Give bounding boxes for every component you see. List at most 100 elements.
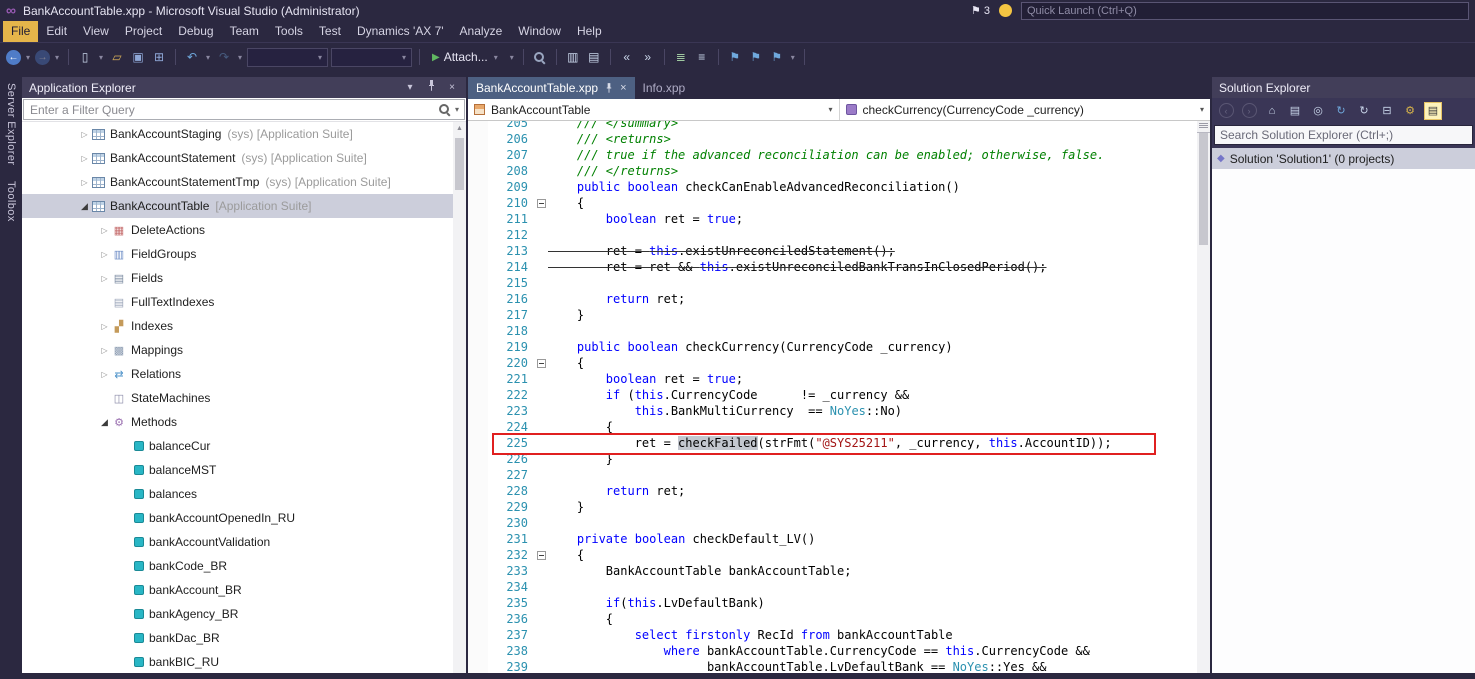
tree-item-methods[interactable]: ◢⚙Methods [22,410,453,434]
tree-item-bankaccountstatement[interactable]: ▷BankAccountStatement(sys) [Application … [22,146,453,170]
tree-item-bankaccountstaging[interactable]: ▷BankAccountStaging(sys) [Application Su… [22,122,453,146]
menu-team[interactable]: Team [222,21,267,42]
new-file-icon[interactable]: ▯ [76,48,94,66]
code-line-208[interactable]: 208 /// </returns> [468,163,1197,179]
tree-item-bankbic-ru[interactable]: bankBIC_RU [22,650,453,673]
quick-launch-input[interactable] [1021,2,1469,20]
code-line-206[interactable]: 206 /// <returns> [468,131,1197,147]
solution-node[interactable]: ◆ Solution 'Solution1' (0 projects) [1212,148,1475,169]
menu-window[interactable]: Window [510,21,569,42]
code-line-235[interactable]: 235 if(this.LvDefaultBank) [468,595,1197,611]
editor-scrollbar[interactable] [1197,121,1210,673]
switch-views-icon[interactable]: ▤ [1286,102,1304,120]
code-line-218[interactable]: 218 [468,323,1197,339]
collapse-arrow-icon[interactable]: ◢ [78,201,91,212]
tree-item-balancecur[interactable]: balanceCur [22,434,453,458]
toolbar-dropdown-caret-icon[interactable]: ▾ [97,53,105,62]
code-line-230[interactable]: 230 [468,515,1197,531]
navigate-forward-icon[interactable]: › [1240,102,1258,120]
scroll-thumb[interactable] [455,138,464,190]
toggle-bookmark-icon[interactable]: ⚑ [726,48,744,66]
properties-icon[interactable]: ⚙ [1401,102,1419,120]
code-line-217[interactable]: 217 } [468,307,1197,323]
menu-help[interactable]: Help [569,21,610,42]
expand-arrow-icon[interactable]: ▷ [78,130,91,139]
save-icon[interactable]: ▣ [129,48,147,66]
code-line-229[interactable]: 229 } [468,499,1197,515]
undo-icon[interactable]: ↶ [183,48,201,66]
redo-icon[interactable]: ↷ [215,48,233,66]
toolbar-dropdown-caret-icon[interactable]: ▾ [204,53,212,62]
code-line-205[interactable]: 205 /// </summary> [468,121,1197,131]
refresh-icon[interactable]: ↻ [1355,102,1373,120]
solution-platforms-combobox[interactable]: ▾ [331,48,412,67]
expand-arrow-icon[interactable]: ▷ [98,346,111,355]
code-line-212[interactable]: 212 [468,227,1197,243]
tree-item-bankaccountstatementtmp[interactable]: ▷BankAccountStatementTmp(sys) [Applicati… [22,170,453,194]
feedback-smiley-icon[interactable] [999,4,1012,17]
tree-item-balancemst[interactable]: balanceMST [22,458,453,482]
code-line-211[interactable]: 211 boolean ret = true; [468,211,1197,227]
code-line-222[interactable]: 222 if (this.CurrencyCode != _currency &… [468,387,1197,403]
collapse-all-icon[interactable]: ⊟ [1378,102,1396,120]
code-line-224[interactable]: 224 { [468,419,1197,435]
toolbar-dropdown-caret-icon[interactable]: ▾ [789,53,797,62]
parameter-info-icon[interactable]: ▤ [585,48,603,66]
expand-arrow-icon[interactable]: ▷ [98,250,111,259]
expand-arrow-icon[interactable]: ▷ [98,226,111,235]
tree-item-bankdac-br[interactable]: bankDac_BR [22,626,453,650]
pending-changes-filter-icon[interactable]: ◎ [1309,102,1327,120]
window-position-caret-icon[interactable]: ▾ [403,81,417,95]
solution-search-input[interactable] [1214,125,1473,145]
navigate-back-icon[interactable]: ‹ [1217,102,1235,120]
expand-arrow-icon[interactable]: ▷ [78,154,91,163]
tree-item-bankaccountvalidation[interactable]: bankAccountValidation [22,530,453,554]
tree-item-fields[interactable]: ▷▤Fields [22,266,453,290]
code-line-209[interactable]: 209 public boolean checkCanEnableAdvance… [468,179,1197,195]
code-line-234[interactable]: 234 [468,579,1197,595]
indent-increase-icon[interactable]: » [639,48,657,66]
navigate-backward-icon[interactable]: ← [6,50,21,65]
toolbar-dropdown-caret-icon[interactable]: ▾ [53,53,61,62]
code-line-219[interactable]: 219 public boolean checkCurrency(Currenc… [468,339,1197,355]
editor-tab-bankaccounttable-xpp[interactable]: BankAccountTable.xpp× [468,77,635,99]
code-line-232[interactable]: 232 { [468,547,1197,563]
code-line-220[interactable]: 220 { [468,355,1197,371]
tree-item-fulltextindexes[interactable]: ▤FullTextIndexes [22,290,453,314]
menu-edit[interactable]: Edit [38,21,75,42]
solution-configurations-combobox[interactable]: ▾ [247,48,328,67]
code-line-237[interactable]: 237 select firstonly RecId from bankAcco… [468,627,1197,643]
home-icon[interactable]: ⌂ [1263,102,1281,120]
attach-button[interactable]: ▶Attach...▾ [427,50,505,64]
preview-selected-items-icon[interactable]: ▤ [1424,102,1442,120]
filter-input[interactable] [23,99,465,120]
search-icon[interactable] [439,104,450,115]
sidebar-tab-server-explorer[interactable]: Server Explorer [5,83,17,165]
code-line-223[interactable]: 223 this.BankMultiCurrency == NoYes::No) [468,403,1197,419]
tree-item-balances[interactable]: balances [22,482,453,506]
code-line-215[interactable]: 215 [468,275,1197,291]
toolbar-dropdown-caret-icon[interactable]: ▾ [236,53,244,62]
member-dropdown[interactable]: checkCurrency(CurrencyCode _currency) ▾ [840,99,1211,120]
indent-decrease-icon[interactable]: « [618,48,636,66]
scroll-thumb[interactable] [1199,133,1208,245]
code-line-238[interactable]: 238 where bankAccountTable.CurrencyCode … [468,643,1197,659]
menu-analyze[interactable]: Analyze [452,21,511,42]
toolbar-dropdown-caret-icon[interactable]: ▾ [24,53,32,62]
fold-collapse-icon[interactable] [537,551,546,560]
scroll-up-arrow-icon[interactable]: ▲ [453,122,466,136]
code-line-213[interactable]: 213 ret = this.existUnreconciledStatemen… [468,243,1197,259]
menu-project[interactable]: Project [117,21,170,42]
menu-view[interactable]: View [75,21,117,42]
navigate-forward-icon[interactable]: → [35,50,50,65]
tree-item-bankcode-br[interactable]: bankCode_BR [22,554,453,578]
close-icon[interactable]: × [445,81,459,95]
code-line-226[interactable]: 226 } [468,451,1197,467]
editor-tab-info-xpp[interactable]: Info.xpp [635,77,694,99]
tree-item-bankagency-br[interactable]: bankAgency_BR [22,602,453,626]
list-members-icon[interactable]: ▥ [564,48,582,66]
chevron-down-icon[interactable]: ▾ [455,105,459,114]
tree-item-bankaccount-br[interactable]: bankAccount_BR [22,578,453,602]
tree-item-bankaccountopenedin-ru[interactable]: bankAccountOpenedIn_RU [22,506,453,530]
uncomment-selection-icon[interactable]: ≡ [693,48,711,66]
